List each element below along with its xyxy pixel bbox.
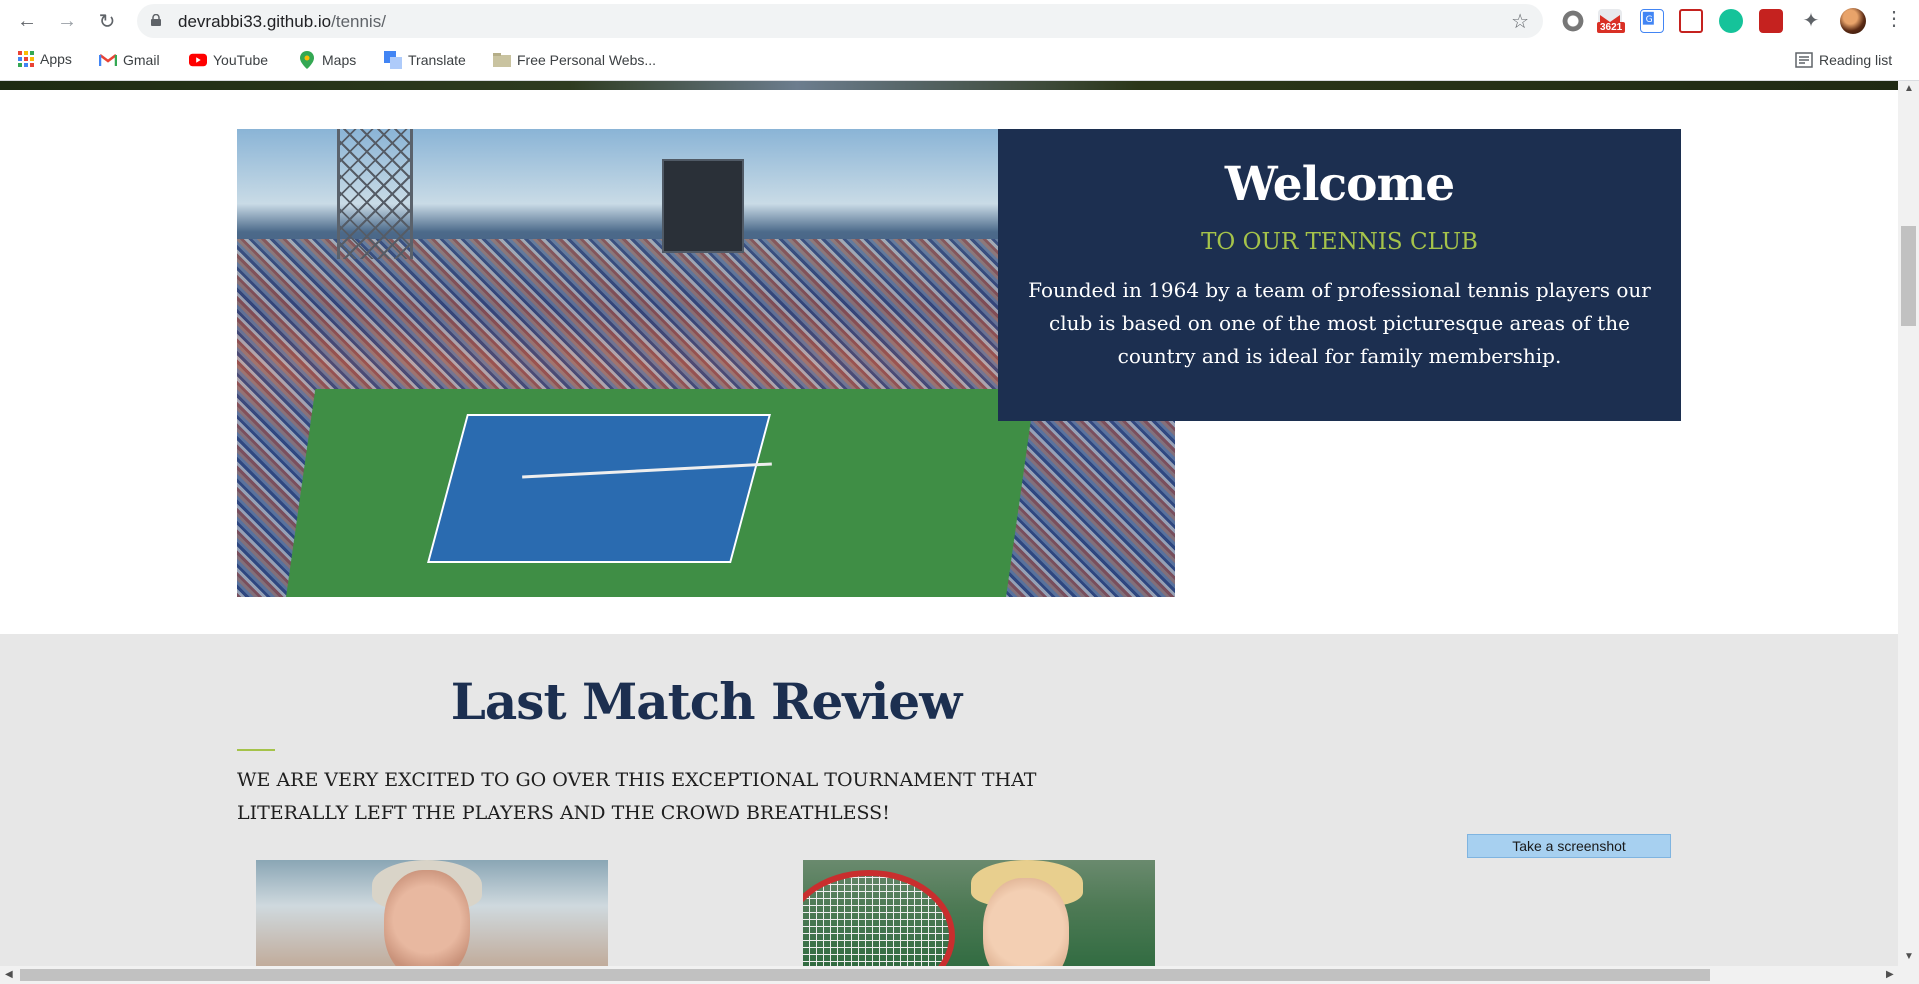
bookmark-label: YouTube [213,52,269,68]
bookmark-label: Maps [322,52,357,68]
horizontal-scroll-thumb[interactable] [20,969,1710,981]
welcome-title: Welcome [1224,157,1455,212]
welcome-panel: Welcome TO OUR TENNIS CLUB Founded in 19… [998,129,1681,421]
last-match-review-section: Last Match Review WE ARE VERY EXCITED TO… [0,634,1898,966]
scroll-down-arrow-icon[interactable]: ▼ [1904,951,1914,962]
review-title: Last Match Review [450,672,963,731]
horizontal-scrollbar[interactable]: ◀ ▶ [0,966,1919,984]
svg-text:G: G [1646,14,1653,25]
bookmark-youtube[interactable]: YouTube [189,51,268,69]
reading-list-button[interactable]: Reading list [1795,51,1892,69]
lock-icon [151,14,161,26]
vertical-scrollbar[interactable]: ▲ ▼ [1898,81,1919,966]
url-text: devrabbi33.github.io/tennis/ [178,12,386,32]
translate-icon [384,51,402,69]
back-icon[interactable]: ← [14,8,40,34]
bookmark-translate[interactable]: Translate [384,51,466,69]
review-intro: WE ARE VERY EXCITED TO GO OVER THIS EXCE… [237,769,1037,824]
bookmark-label: Free Personal Webs... [517,52,657,68]
apps-grid-icon [18,51,34,67]
extension-icon[interactable] [1561,9,1585,33]
welcome-description: Founded in 1964 by a team of professiona… [1028,278,1651,368]
welcome-subtitle: TO OUR TENNIS CLUB [1201,229,1478,255]
google-translate-icon[interactable]: G [1640,9,1664,33]
player-photo-2 [803,860,1155,966]
bookmark-label: Gmail [123,52,160,68]
forward-icon[interactable]: → [54,8,80,34]
scroll-up-arrow-icon[interactable]: ▲ [1904,83,1914,94]
bookmark-apps[interactable]: Apps [18,51,72,67]
browser-toolbar: ← → ↻ devrabbi33.github.io/tennis/ ☆ 362… [0,0,1919,42]
url-host: devrabbi33.github.io [178,12,332,31]
mail-count-badge: 3621 [1597,22,1626,33]
pocket-icon[interactable] [1679,9,1703,33]
grammarly-icon[interactable] [1719,9,1743,33]
reload-icon[interactable]: ↻ [94,8,120,34]
scroll-left-arrow-icon[interactable]: ◀ [5,969,13,980]
folder-icon [493,53,511,67]
bookmark-maps[interactable]: Maps [298,51,356,69]
url-path: /tennis/ [331,12,386,31]
bookmark-gmail[interactable]: Gmail [99,51,160,69]
scroll-right-arrow-icon[interactable]: ▶ [1886,969,1894,980]
bookmark-free-personal-webs[interactable]: Free Personal Webs... [493,51,656,69]
bookmark-label: Translate [408,52,466,68]
vertical-scroll-thumb[interactable] [1901,226,1916,326]
title-underline [237,749,275,751]
bookmarks-bar: Apps Gmail YouTube Maps Translate Free P… [0,42,1919,81]
take-screenshot-button[interactable]: Take a screenshot [1467,834,1671,858]
gmail-icon [99,54,117,66]
bookmark-star-icon[interactable]: ☆ [1511,9,1529,34]
youtube-icon [189,53,207,67]
browser-menu-icon[interactable]: ⋮ [1884,6,1904,31]
reading-list-icon [1795,52,1813,68]
video-extension-icon[interactable] [1759,9,1783,33]
bookmark-label: Apps [40,51,72,67]
maps-icon [300,51,314,69]
profile-avatar[interactable] [1840,8,1866,34]
player-photo-1 [256,860,608,966]
extensions-puzzle-icon[interactable]: ✦ [1799,9,1823,33]
hero-image-bottom-edge [0,81,1898,90]
reading-list-label: Reading list [1819,52,1893,68]
address-bar[interactable]: devrabbi33.github.io/tennis/ ☆ [137,4,1543,38]
